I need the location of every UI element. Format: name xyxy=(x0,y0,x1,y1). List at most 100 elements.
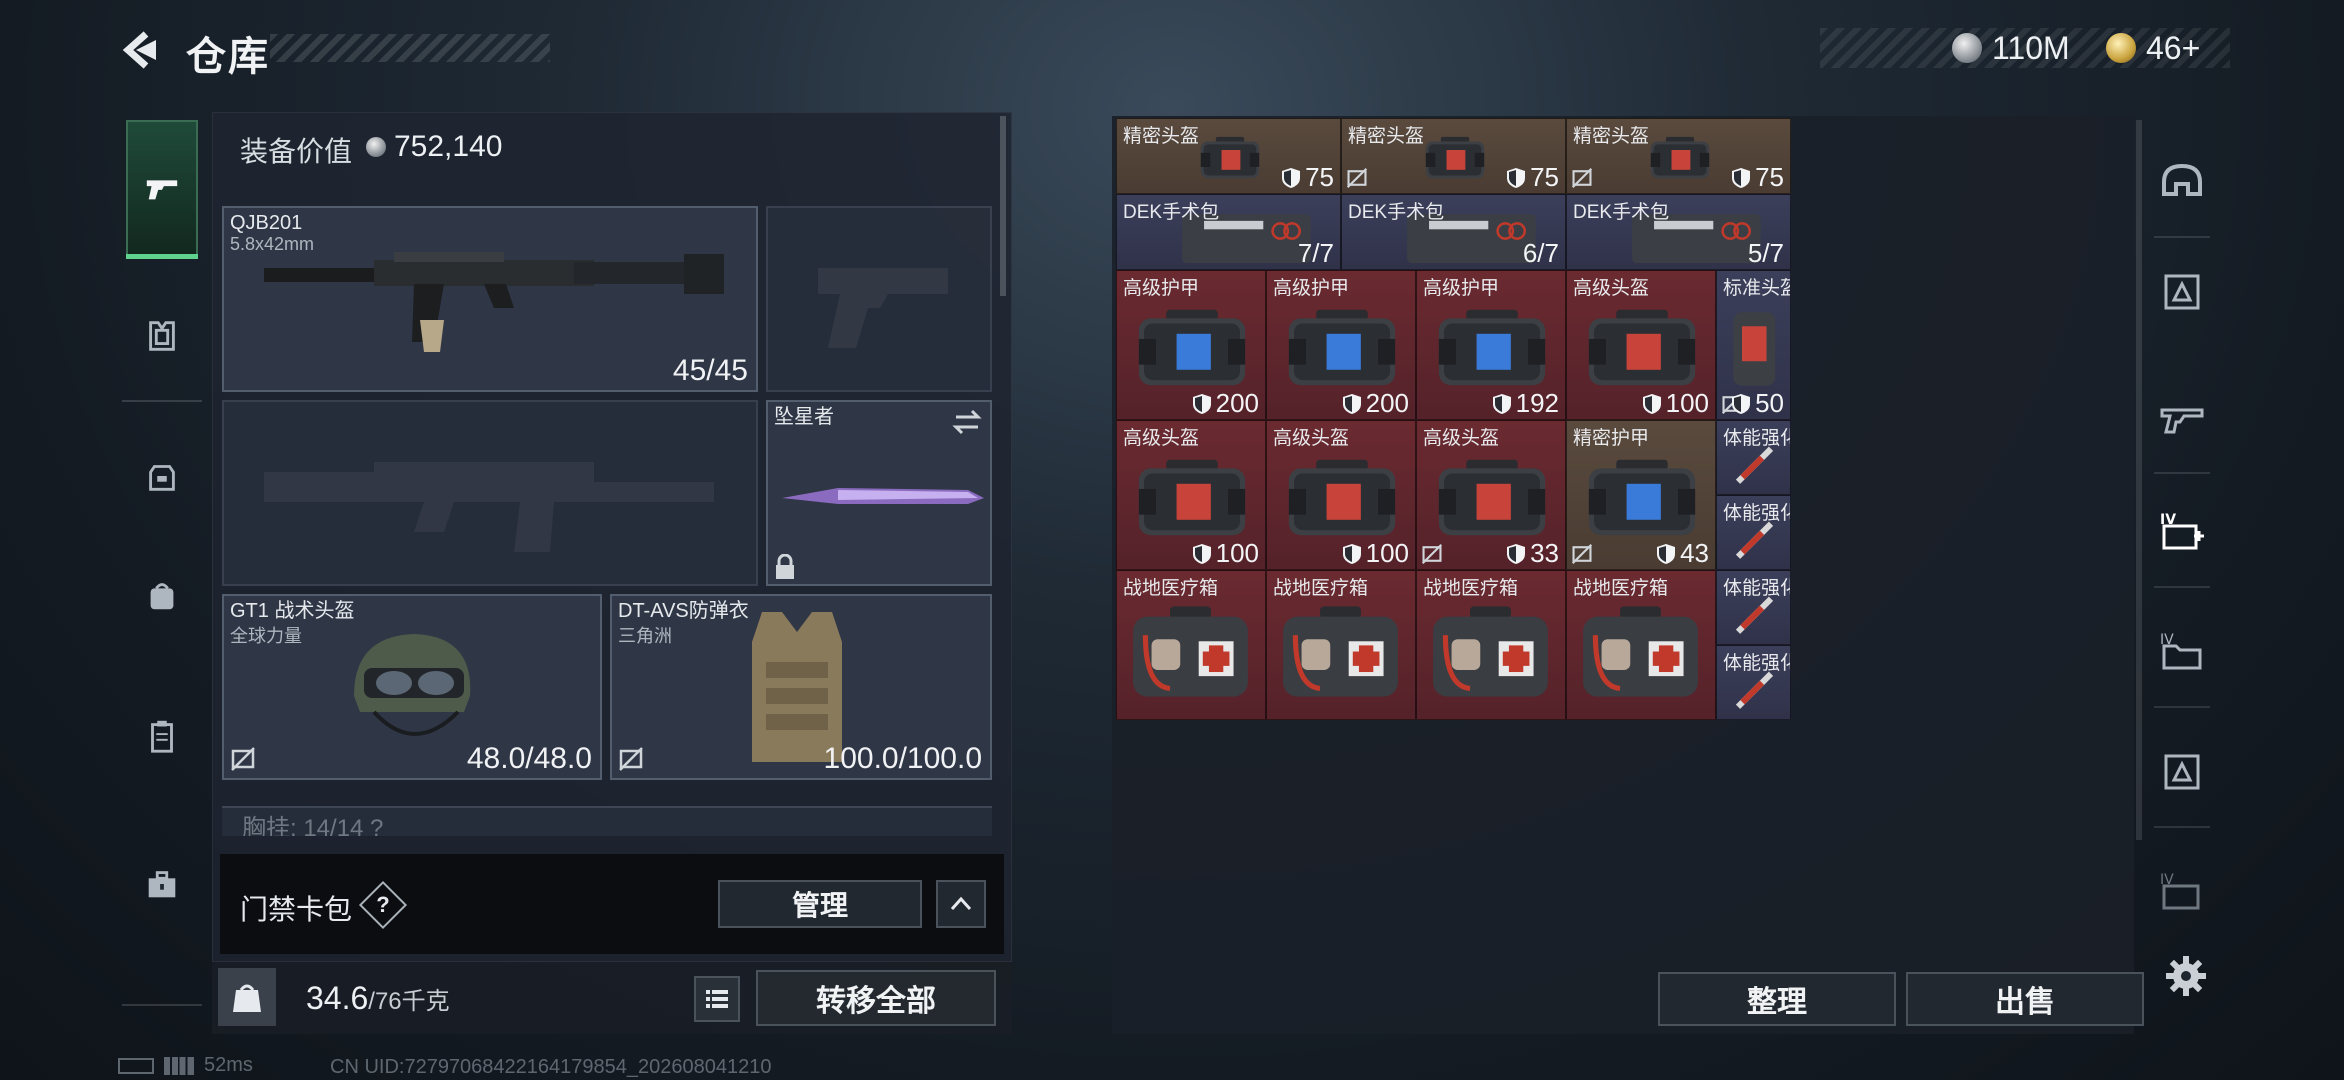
silver-currency[interactable]: 110M xyxy=(1952,28,2070,68)
transfer-all-button[interactable]: 转移全部 xyxy=(756,970,996,1026)
armor-faction: 三角洲 xyxy=(618,626,672,646)
page-title: 仓库 xyxy=(186,35,270,79)
storage-item[interactable]: DEK手术包 5/7 xyxy=(1566,194,1791,270)
storage-item[interactable]: 战地医疗箱 xyxy=(1566,570,1716,720)
storage-item[interactable]: 精密头盔 75 xyxy=(1566,118,1791,194)
weight-icon xyxy=(218,968,276,1026)
rnav-misc[interactable]: IV xyxy=(2146,856,2218,928)
melee-slot[interactable]: 坠星者 xyxy=(766,400,992,586)
rnav-divider xyxy=(2154,706,2210,708)
helmet-slot[interactable]: GT1 战术头盔 全球力量 48.0/48.0 xyxy=(222,594,602,780)
gear-case-icon xyxy=(1588,459,1696,536)
medkit-icon xyxy=(1583,606,1698,697)
nav-clipboard[interactable] xyxy=(126,700,198,772)
helmet-tab-icon xyxy=(2162,163,2202,196)
storage-item[interactable]: 精密头盔 75 xyxy=(1116,118,1341,194)
durability-shield-icon xyxy=(1507,543,1526,564)
list-view-button[interactable] xyxy=(694,976,740,1022)
helmet-durability: 48.0/48.0 xyxy=(466,742,592,775)
item-name: 高级护甲 xyxy=(1123,278,1200,299)
nav-weapons[interactable] xyxy=(126,120,198,256)
left-nav xyxy=(118,108,206,1008)
item-name: DEK手术包 xyxy=(1123,202,1220,223)
storage-item[interactable]: 高级护甲 192 xyxy=(1416,270,1566,420)
storage-item[interactable]: 体能强化剂 xyxy=(1716,645,1791,720)
item-value: 75 xyxy=(1731,162,1784,193)
item-name: 战地医疗箱 xyxy=(1273,578,1369,599)
storage-item[interactable]: DEK手术包 6/7 xyxy=(1341,194,1566,270)
collapse-button[interactable] xyxy=(936,880,986,928)
rnav-folder[interactable]: IV xyxy=(2146,616,2218,688)
rifle-silhouette-icon xyxy=(264,462,714,552)
folder-tab-icon: IV xyxy=(2160,632,2202,670)
gold-currency[interactable]: 46+ xyxy=(2106,28,2200,68)
sell-button[interactable]: 出售 xyxy=(1906,972,2144,1026)
item-name: 高级头盔 xyxy=(1123,428,1200,449)
storage-item[interactable]: 高级护甲 200 xyxy=(1266,270,1416,420)
storage-item[interactable]: 高级护甲 200 xyxy=(1116,270,1266,420)
item-value: 6/7 xyxy=(1523,238,1559,269)
storage-item[interactable]: DEK手术包 7/7 xyxy=(1116,194,1341,270)
gun-tab-icon xyxy=(2160,408,2204,434)
pistol-slot[interactable] xyxy=(766,206,992,392)
storage-item[interactable]: 高级头盔 33 xyxy=(1416,420,1566,570)
storage-item[interactable]: 战地医疗箱 xyxy=(1416,570,1566,720)
storage-item[interactable]: 高级头盔 100 xyxy=(1266,420,1416,570)
armor-tab-icon xyxy=(2164,274,2200,310)
storage-item[interactable]: 高级头盔 100 xyxy=(1566,270,1716,420)
storage-item[interactable]: 体能强化剂 xyxy=(1716,495,1791,570)
knife-icon xyxy=(782,488,984,504)
gold-coin-icon xyxy=(2106,33,2136,63)
item-value: 100 xyxy=(1642,388,1709,419)
nav-divider xyxy=(122,1004,202,1006)
storage-item[interactable]: 精密头盔 75 xyxy=(1341,118,1566,194)
swap-icon[interactable] xyxy=(952,408,982,436)
storage-item[interactable]: 标准头盔 50 xyxy=(1716,270,1791,420)
storage-item[interactable]: 精密护甲 43 xyxy=(1566,420,1716,570)
rnav-weapons[interactable] xyxy=(2146,380,2218,452)
nav-backpack[interactable] xyxy=(126,440,198,512)
storage-item[interactable]: 高级头盔 100 xyxy=(1116,420,1266,570)
storage-item[interactable]: 战地医疗箱 xyxy=(1266,570,1416,720)
storage-item[interactable]: 战地医疗箱 xyxy=(1116,570,1266,720)
gear-case-icon xyxy=(1288,309,1396,386)
armor-icon xyxy=(149,321,175,351)
medical-tab-icon: IV xyxy=(2160,512,2204,550)
rnav-divider xyxy=(2154,586,2210,588)
nav-armor[interactable] xyxy=(126,300,198,372)
rnav-armor[interactable] xyxy=(2146,256,2218,328)
rnav-medical[interactable]: IV xyxy=(2146,496,2218,568)
rifle-icon xyxy=(264,252,724,352)
storage-item[interactable]: 体能强化剂 xyxy=(1716,570,1791,645)
rnav-case[interactable] xyxy=(2146,736,2218,808)
sort-button[interactable]: 整理 xyxy=(1658,972,1896,1026)
durability-shield-icon xyxy=(1492,393,1511,414)
item-value-text: 100 xyxy=(1365,538,1409,568)
bag-icon xyxy=(150,583,174,610)
back-arrow-icon xyxy=(122,31,156,69)
item-name: 战地医疗箱 xyxy=(1573,578,1669,599)
chest-rig-slot[interactable]: 胸挂: 14/14 ? xyxy=(222,806,992,836)
gear-case-icon xyxy=(1138,309,1246,386)
nav-toolbox[interactable] xyxy=(126,848,198,920)
equipment-scrollbar[interactable] xyxy=(1000,116,1006,296)
settings-button[interactable] xyxy=(2158,948,2214,1004)
weight-max: /76千克 xyxy=(368,988,450,1015)
armor-slot[interactable]: DT-AVS防弹衣 三角洲 100.0/100.0 xyxy=(610,594,992,780)
nav-bag[interactable] xyxy=(126,560,198,632)
no-insure-icon xyxy=(619,747,643,771)
equipment-value-amount: 752,140 xyxy=(394,130,503,163)
secondary-weapon-slot[interactable] xyxy=(222,400,758,586)
primary-weapon-slot[interactable]: QJB201 5.8x42mm 45/45 xyxy=(222,206,758,392)
item-name: 精密头盔 xyxy=(1573,126,1650,147)
item-value-text: 200 xyxy=(1215,388,1259,418)
item-name: 战地医疗箱 xyxy=(1123,578,1219,599)
item-name: 体能强化剂 xyxy=(1723,428,1790,449)
rnav-helmet[interactable] xyxy=(2146,146,2218,218)
manage-button[interactable]: 管理 xyxy=(718,880,922,928)
storage-item[interactable]: 体能强化剂 xyxy=(1716,420,1791,495)
item-value: 75 xyxy=(1506,162,1559,193)
ping-text: 52ms xyxy=(204,1054,253,1076)
back-button[interactable] xyxy=(110,22,170,78)
chest-rig-label: 胸挂: 14/14 ? xyxy=(242,815,384,836)
